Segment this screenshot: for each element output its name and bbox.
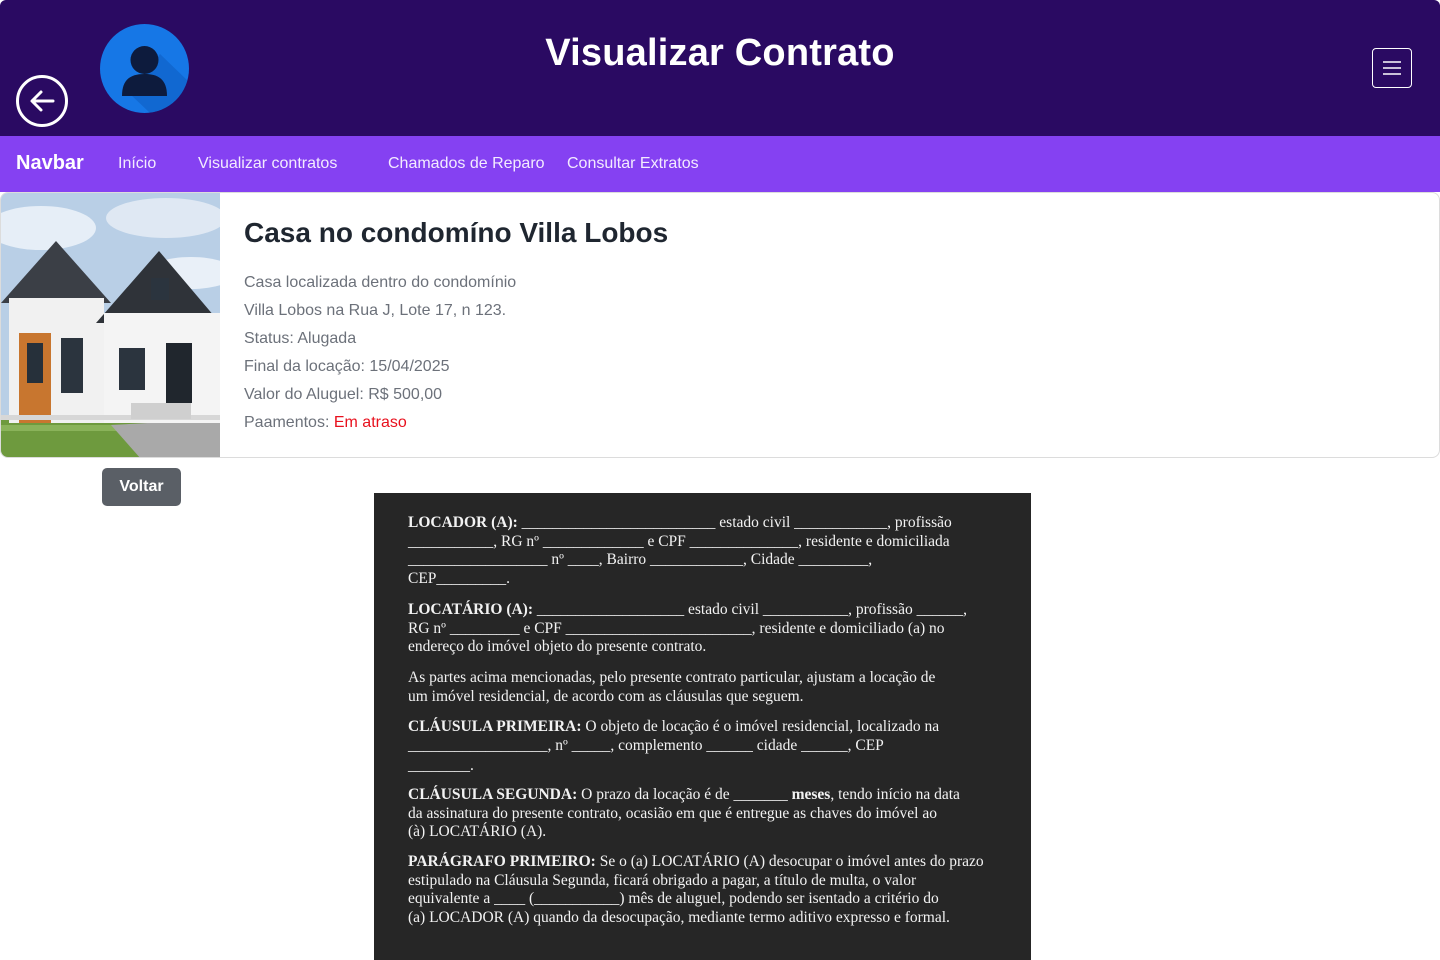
payments-status-badge: Em atraso xyxy=(333,414,407,431)
property-description-line1: Casa localizada dentro do condomínio xyxy=(244,274,517,291)
contract-locatario-paragraph: LOCATÁRIO (A): ___________________ estad… xyxy=(408,601,998,657)
page-title: Visualizar Contrato xyxy=(545,32,895,74)
locatario-label: LOCATÁRIO (A): xyxy=(408,601,533,618)
property-rent-value: Valor do Aluguel: R$ 500,00 xyxy=(244,386,443,403)
property-status: Status: Alugada xyxy=(244,330,357,347)
property-payments: Paamentos: Em atraso xyxy=(244,409,516,437)
contract-line: ___________, RG nº _____________ e CPF _… xyxy=(408,532,950,550)
contract-text: O prazo da locação é de _______ xyxy=(577,786,792,803)
nav-link-chamados-de-reparo[interactable]: Chamados de Reparo xyxy=(388,155,545,173)
clausula-segunda-label: CLÁUSULA SEGUNDA: xyxy=(408,786,578,803)
paragrafo-primeiro-label: PARÁGRAFO PRIMEIRO: xyxy=(408,853,596,870)
property-description-line2: Villa Lobos na Rua J, Lote 17, n 123. xyxy=(244,302,507,319)
contract-line: __________________, nº _____, complement… xyxy=(408,736,884,754)
hamburger-menu-icon xyxy=(1383,61,1401,75)
contract-text: , tendo início na data xyxy=(830,786,960,803)
property-photo xyxy=(1,193,220,457)
top-header: Visualizar Contrato xyxy=(0,0,1440,136)
navbar-brand[interactable]: Navbar xyxy=(16,152,84,175)
nav-link-visualizar-contratos[interactable]: Visualizar contratos xyxy=(198,155,337,173)
arrow-left-icon xyxy=(30,90,55,112)
contract-line: As partes acima mencionadas, pelo presen… xyxy=(408,669,936,686)
contract-line: (à) LOCATÁRIO (A). xyxy=(408,823,547,841)
contract-line: LOCATÁRIO (A): ___________________ estad… xyxy=(408,601,998,620)
contract-text-bold: meses xyxy=(791,786,831,803)
locador-label: LOCADOR (A): xyxy=(408,514,518,531)
contract-text: Se o (a) LOCATÁRIO (A) desocupar o imóve… xyxy=(595,853,984,870)
payments-label: Paamentos: xyxy=(244,414,330,431)
property-title: Casa no condomíno Villa Lobos xyxy=(244,217,669,248)
contract-clausula-primeira: CLÁUSULA PRIMEIRA: O objeto de locação é… xyxy=(408,718,998,776)
contract-text: _________________________ estado civil _… xyxy=(517,514,952,531)
contract-text: O objeto de locação é o imóvel residenci… xyxy=(581,718,940,735)
contract-line: CLÁUSULA PRIMEIRA: O objeto de locação é… xyxy=(408,718,998,737)
contract-line: CEP_________. xyxy=(408,570,511,588)
contract-intro-paragraph: As partes acima mencionadas, pelo presen… xyxy=(408,669,998,706)
contract-line: endereço do imóvel objeto do presente co… xyxy=(408,638,707,656)
contract-line: LOCADOR (A): _________________________ e… xyxy=(408,514,998,533)
contract-line: __________________ nº ____, Bairro _____… xyxy=(408,551,873,569)
contract-locador-paragraph: LOCADOR (A): _________________________ e… xyxy=(408,514,998,589)
menu-toggle-button[interactable] xyxy=(1372,48,1412,88)
contract-line: PARÁGRAFO PRIMEIRO: Se o (a) LOCATÁRIO (… xyxy=(408,853,998,872)
contract-line: da assinatura do presente contrato, ocas… xyxy=(408,804,937,822)
contract-clausula-segunda: CLÁUSULA SEGUNDA: O prazo da locação é d… xyxy=(408,786,998,842)
contract-line: ________. xyxy=(408,757,474,775)
nav-link-inicio[interactable]: Início xyxy=(118,155,156,173)
nav-link-consultar-extratos[interactable]: Consultar Extratos xyxy=(567,155,699,173)
property-details: Casa localizada dentro do condomínio Vil… xyxy=(244,269,516,437)
contract-line: (a) LOCADOR (A) quando da desocupação, m… xyxy=(408,909,950,927)
voltar-button[interactable]: Voltar xyxy=(102,468,181,506)
property-lease-end: Final da locação: 15/04/2025 xyxy=(244,358,450,375)
back-arrow-button[interactable] xyxy=(16,75,68,127)
contract-line: estipulado na Cláusula Segunda, ficará o… xyxy=(408,871,917,889)
clausula-primeira-label: CLÁUSULA PRIMEIRA: xyxy=(408,718,582,735)
contract-line: equivalente a ____ (___________) mês de … xyxy=(408,890,939,908)
contract-text: ___________________ estado civil _______… xyxy=(533,601,967,618)
property-card: Casa no condomíno Villa Lobos Casa local… xyxy=(0,192,1440,458)
contract-line: CLÁUSULA SEGUNDA: O prazo da locação é d… xyxy=(408,786,998,805)
contract-line: um imóvel residencial, de acordo com as … xyxy=(408,687,804,705)
navbar: Navbar Início Visualizar contratos Chama… xyxy=(0,136,1440,192)
contract-paragrafo-primeiro: PARÁGRAFO PRIMEIRO: Se o (a) LOCATÁRIO (… xyxy=(408,853,998,928)
contract-line: RG nº _________ e CPF __________________… xyxy=(408,619,945,637)
contract-document: LOCADOR (A): _________________________ e… xyxy=(374,493,1031,960)
